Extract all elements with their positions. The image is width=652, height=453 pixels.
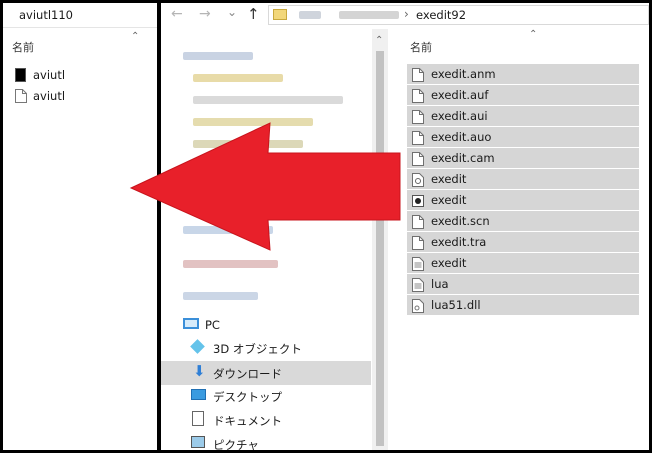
- red-arrow-shape: [129, 122, 401, 251]
- screenshot-stage: aviutl110 名前 ⌃ aviutl aviutl ← → ⌄ ↑ › e…: [0, 0, 652, 453]
- red-arrow-icon: [129, 122, 401, 251]
